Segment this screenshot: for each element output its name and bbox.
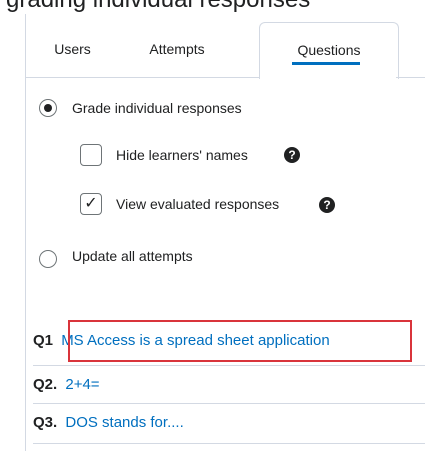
question-link[interactable]: 2+4= <box>65 376 99 393</box>
tab-attempts-label: Attempts <box>149 41 205 57</box>
question-divider <box>33 403 425 404</box>
hide-names-label: Hide learners' names <box>116 147 248 163</box>
tab-questions[interactable]: Questions <box>259 22 399 79</box>
question-row: Q3. DOS stands for.... <box>33 406 425 440</box>
active-tab-indicator <box>292 62 360 65</box>
view-evaluated-label: View evaluated responses <box>116 196 280 212</box>
hide-names-checkbox[interactable] <box>80 144 102 166</box>
question-link[interactable]: DOS stands for.... <box>65 414 183 431</box>
update-all-radio[interactable] <box>39 250 57 268</box>
grade-individual-label: Grade individual responses <box>72 100 242 116</box>
highlight-box <box>68 320 412 362</box>
tabs-divider-gap <box>260 76 396 79</box>
tab-questions-label: Questions <box>297 42 361 58</box>
help-icon[interactable]: ? <box>284 147 300 163</box>
page-heading-clipped: grading individual responses <box>0 0 425 14</box>
tab-users-label: Users <box>54 41 91 57</box>
question-row: Q2. 2+4= <box>33 368 425 402</box>
question-divider <box>33 365 425 366</box>
question-number: Q1 <box>33 332 54 349</box>
panel-left-border <box>25 14 26 451</box>
question-number: Q3. <box>33 414 58 431</box>
tab-bar: Users Attempts Questions <box>25 22 425 79</box>
tab-users[interactable]: Users <box>25 22 120 77</box>
update-all-label: Update all attempts <box>72 248 193 264</box>
question-divider <box>33 443 425 444</box>
question-number: Q2. <box>33 376 58 393</box>
view-evaluated-checkbox[interactable]: ✓ <box>80 193 102 215</box>
tab-attempts[interactable]: Attempts <box>123 22 231 77</box>
grade-individual-radio[interactable] <box>39 99 57 117</box>
help-icon[interactable]: ? <box>319 197 335 213</box>
